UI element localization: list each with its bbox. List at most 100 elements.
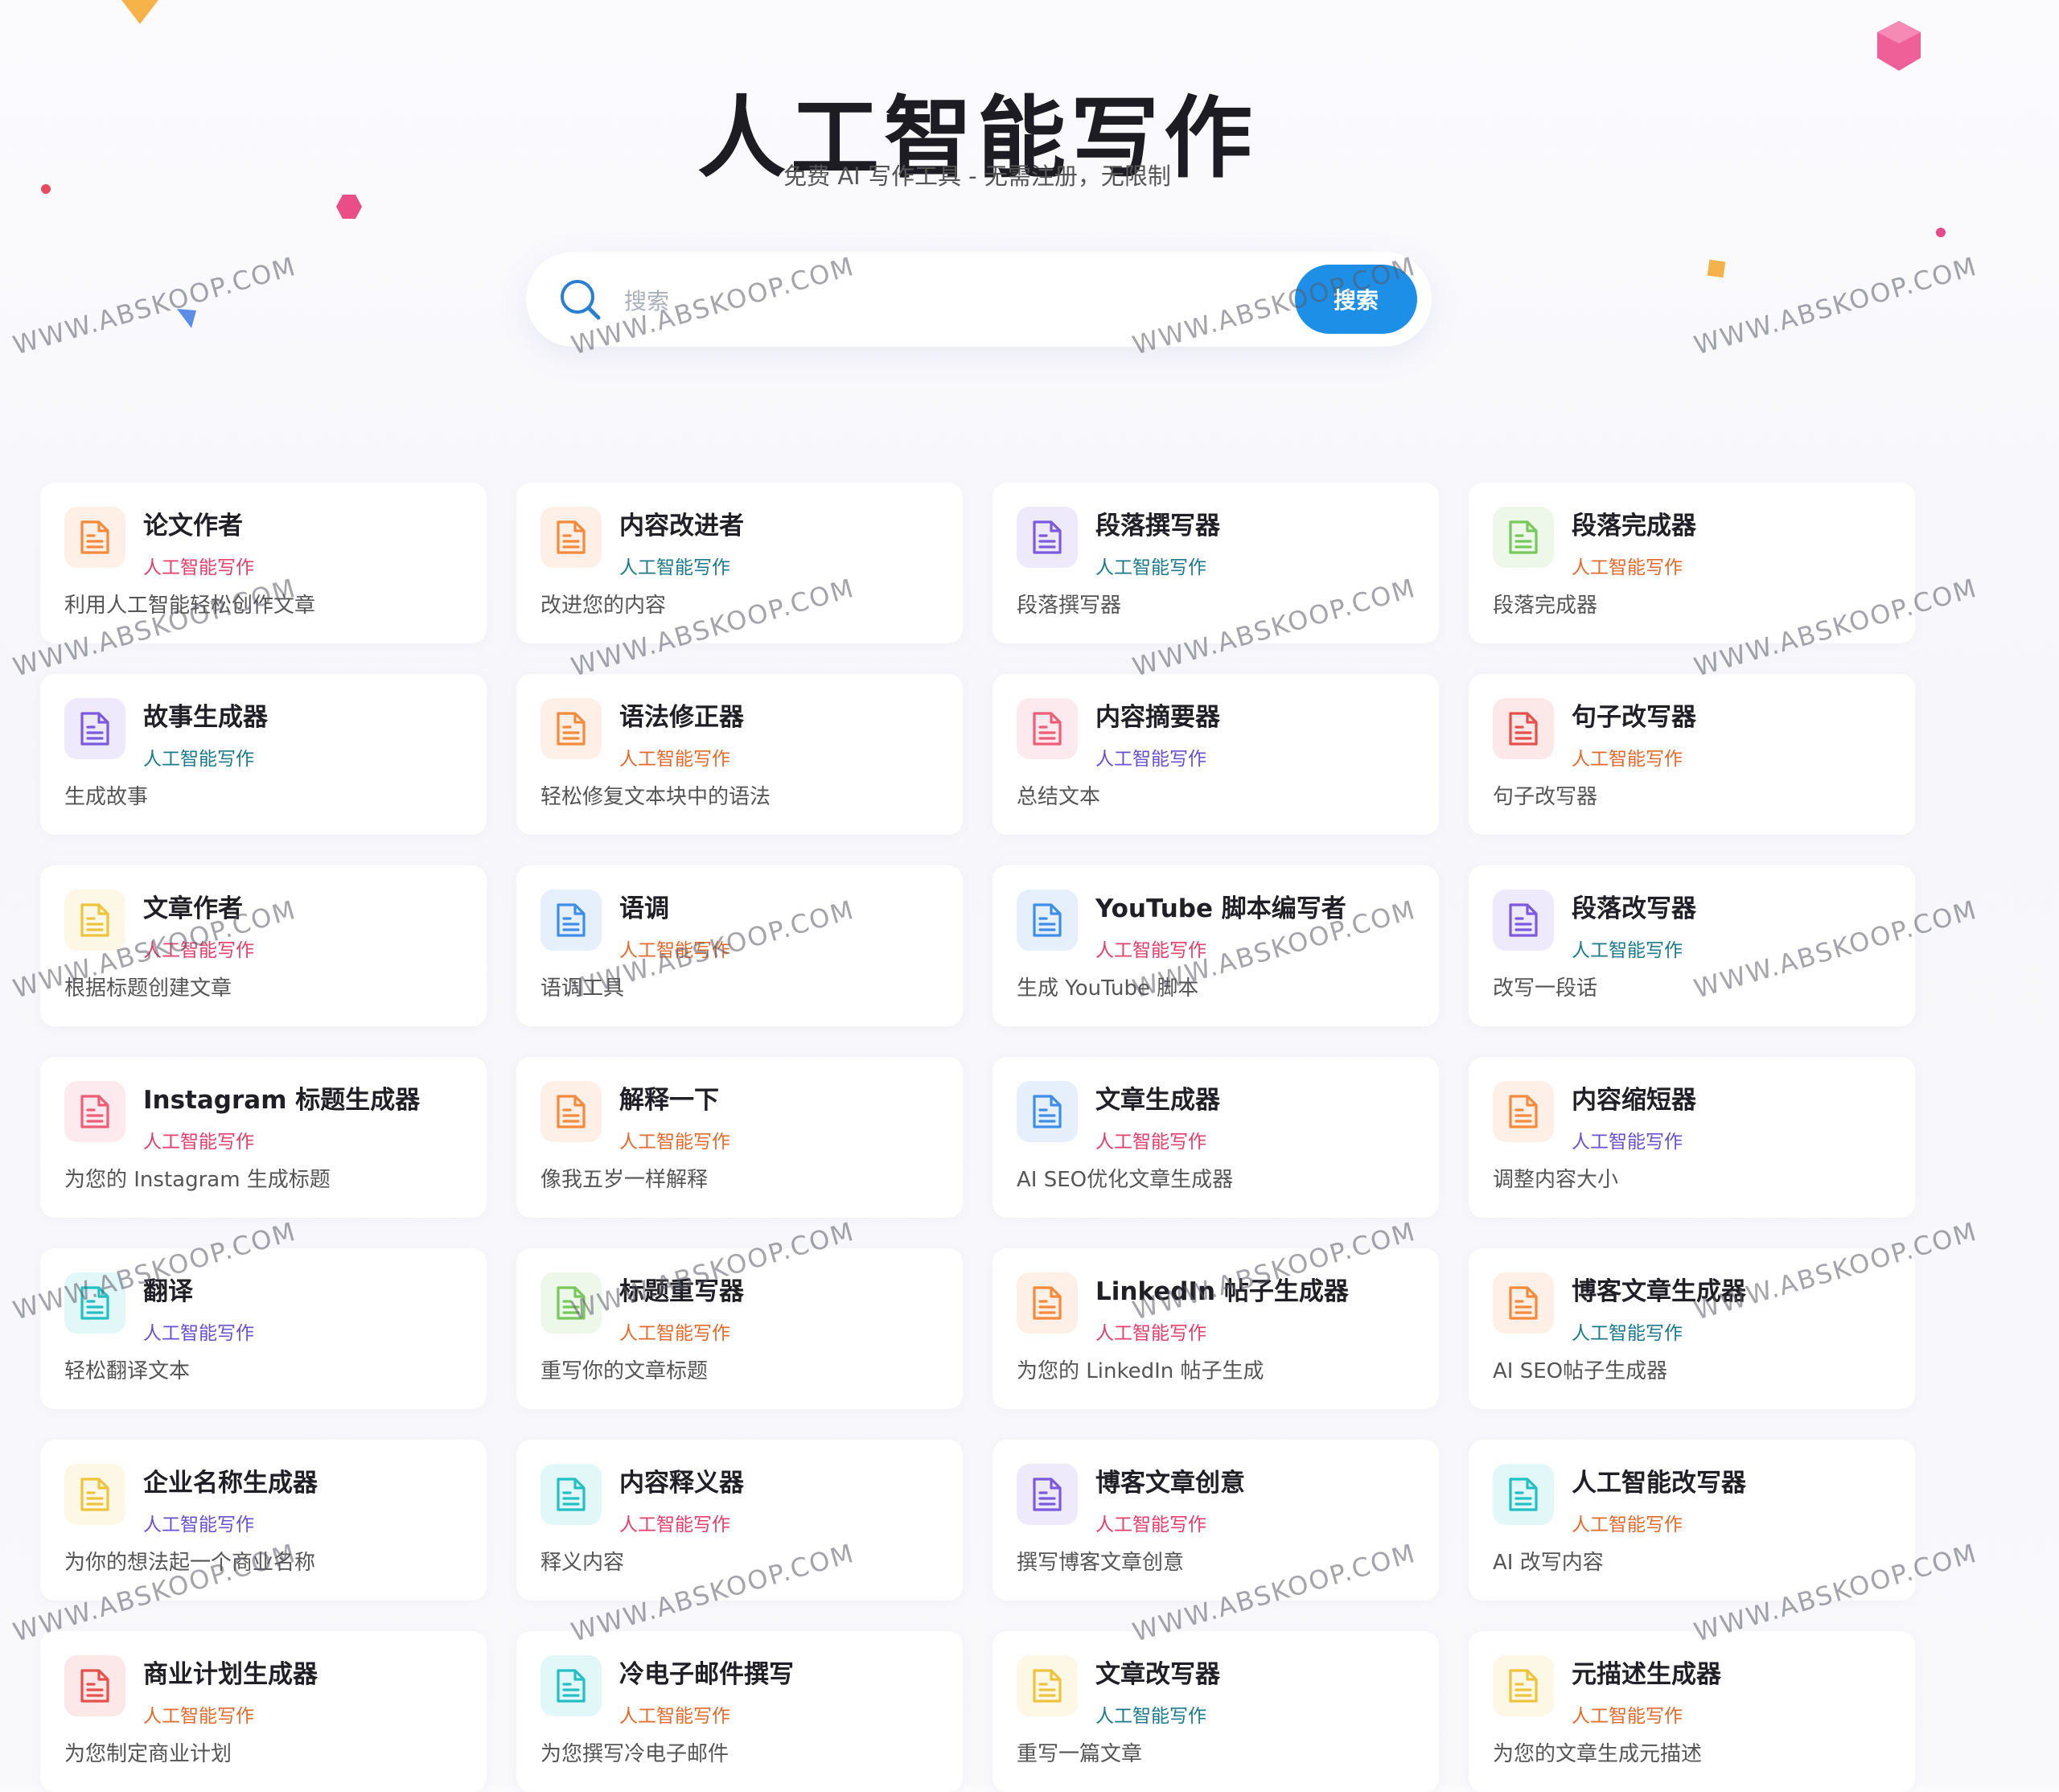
tool-category: 人工智能写作 [1572,749,1683,770]
tool-title: 冷电子邮件撰写 [619,1660,794,1689]
tool-description: 为您的 Instagram 生成标题 [64,1168,331,1192]
search-button[interactable]: 搜索 [1295,265,1417,334]
tool-description: 为您撰写冷电子邮件 [540,1742,729,1766]
tool-icon-tile [1493,1272,1554,1334]
tool-icon-tile [1017,1081,1078,1142]
document-icon [80,520,109,554]
tool-card[interactable]: Instagram 标题生成器 人工智能写作 为您的 Instagram 生成标… [40,1057,487,1218]
tool-card[interactable]: 内容释义器 人工智能写作 释义内容 [516,1440,963,1601]
document-icon [1509,1669,1538,1703]
tool-category: 人工智能写作 [1572,940,1683,961]
tool-icon-tile [1493,698,1554,759]
tool-category: 人工智能写作 [143,1515,254,1535]
tool-icon-tile [1493,1081,1554,1142]
document-icon [80,1286,109,1320]
tool-icon-tile [64,698,125,759]
tool-category: 人工智能写作 [143,940,254,961]
tool-category: 人工智能写作 [1095,1515,1206,1535]
tool-category: 人工智能写作 [143,1323,254,1344]
tool-title: 博客文章生成器 [1572,1277,1746,1306]
tool-card[interactable]: YouTube 脚本编写者 人工智能写作 生成 YouTube 脚本 [993,865,1439,1026]
tool-title: 句子改写器 [1572,703,1696,732]
tool-description: 调整内容大小 [1493,1168,1619,1192]
tool-card[interactable]: 文章生成器 人工智能写作 AI SEO优化文章生成器 [993,1057,1439,1218]
document-icon [1509,1286,1538,1320]
tool-description: 生成 YouTube 脚本 [1017,976,1199,1001]
tool-card[interactable]: 内容摘要器 人工智能写作 总结文本 [993,674,1439,835]
tool-description: 改写一段话 [1493,976,1598,1001]
document-icon [557,1669,586,1703]
watermark-text: WWW.ABSKOOP.COM [1691,250,1981,361]
tool-icon-tile [540,507,602,568]
tool-category: 人工智能写作 [1095,1706,1206,1727]
document-icon [1033,1478,1062,1511]
tool-card[interactable]: 段落改写器 人工智能写作 改写一段话 [1469,865,1915,1026]
tool-card[interactable]: 内容缩短器 人工智能写作 调整内容大小 [1469,1057,1915,1218]
tool-card[interactable]: 商业计划生成器 人工智能写作 为您制定商业计划 [40,1631,487,1792]
tool-card[interactable]: 论文作者 人工智能写作 利用人工智能轻松创作文章 [40,483,487,643]
tool-card[interactable]: 博客文章生成器 人工智能写作 AI SEO帖子生成器 [1469,1248,1915,1409]
tool-category: 人工智能写作 [143,749,254,770]
tool-category: 人工智能写作 [1095,1323,1206,1344]
document-icon [1509,712,1538,746]
tool-card[interactable]: 解释一下 人工智能写作 像我五岁一样解释 [516,1057,963,1218]
pink-hexagon-decoration [336,195,362,219]
tool-category: 人工智能写作 [619,1132,730,1153]
tool-card[interactable]: 故事生成器 人工智能写作 生成故事 [40,674,487,835]
document-icon [80,1669,109,1703]
tool-title: 解释一下 [619,1086,719,1115]
tool-icon-tile [1493,1464,1554,1525]
tool-category: 人工智能写作 [143,557,254,578]
tool-card[interactable]: 翻译 人工智能写作 轻松翻译文本 [40,1248,487,1409]
tool-description: 像我五岁一样解释 [540,1168,709,1192]
tool-category: 人工智能写作 [619,1323,730,1344]
tool-title: 标题重写器 [619,1277,744,1306]
tool-icon-tile [64,1081,125,1142]
tool-card[interactable]: 文章改写器 人工智能写作 重写一篇文章 [993,1631,1439,1792]
tool-description: 轻松翻译文本 [64,1359,191,1383]
tool-description: 根据标题创建文章 [64,976,232,1001]
tool-category: 人工智能写作 [619,1515,730,1535]
tool-card[interactable]: 企业名称生成器 人工智能写作 为你的想法起一个商业名称 [40,1440,487,1601]
tool-description: 轻松修复文本块中的语法 [540,785,771,809]
tool-card[interactable]: LinkedIn 帖子生成器 人工智能写作 为您的 LinkedIn 帖子生成 [993,1248,1439,1409]
tool-card[interactable]: 段落完成器 人工智能写作 段落完成器 [1469,483,1915,643]
blue-triangle-decoration [177,309,196,328]
tool-title: 元描述生成器 [1572,1660,1721,1689]
tool-card[interactable]: 语调 人工智能写作 语调工具 [516,865,963,1026]
tool-icon-tile [1493,890,1554,951]
tool-category: 人工智能写作 [143,1132,254,1153]
document-icon [557,1478,586,1511]
tool-card[interactable]: 句子改写器 人工智能写作 句子改写器 [1469,674,1915,835]
tool-icon-tile [540,1464,602,1525]
tool-category: 人工智能写作 [619,557,730,578]
document-icon [80,1095,109,1128]
tool-title: 博客文章创意 [1095,1469,1245,1498]
tool-title: 内容摘要器 [1095,703,1220,732]
tool-category: 人工智能写作 [1095,940,1206,961]
tool-card[interactable]: 段落撰写器 人工智能写作 段落撰写器 [993,483,1439,643]
tool-description: 重写一篇文章 [1017,1742,1143,1766]
tool-card[interactable]: 冷电子邮件撰写 人工智能写作 为您撰写冷电子邮件 [516,1631,963,1792]
tool-card[interactable]: 内容改进者 人工智能写作 改进您的内容 [516,483,963,643]
tool-icon-tile [64,1655,125,1716]
tool-card[interactable]: 文章作者 人工智能写作 根据标题创建文章 [40,865,487,1026]
tool-icon-tile [64,507,125,568]
search-icon [561,280,601,320]
tool-title: 企业名称生成器 [143,1469,318,1498]
tool-card[interactable]: 元描述生成器 人工智能写作 为您的文章生成元描述 [1469,1631,1915,1792]
tool-icon-tile [1017,890,1078,951]
search-input[interactable] [623,276,1285,326]
tool-icon-tile [540,890,602,951]
document-icon [1033,1286,1062,1320]
tool-category: 人工智能写作 [143,1706,254,1727]
tool-description: AI 改写内容 [1493,1551,1604,1575]
tool-icon-tile [64,1272,125,1334]
tool-category: 人工智能写作 [1095,749,1206,770]
tool-card[interactable]: 博客文章创意 人工智能写作 撰写博客文章创意 [993,1440,1439,1601]
tool-card[interactable]: 语法修正器 人工智能写作 轻松修复文本块中的语法 [516,674,963,835]
tool-card[interactable]: 人工智能改写器 人工智能写作 AI 改写内容 [1469,1440,1915,1601]
tool-title: 人工智能改写器 [1572,1469,1746,1498]
tool-card[interactable]: 标题重写器 人工智能写作 重写你的文章标题 [516,1248,963,1409]
document-icon [1509,903,1538,937]
